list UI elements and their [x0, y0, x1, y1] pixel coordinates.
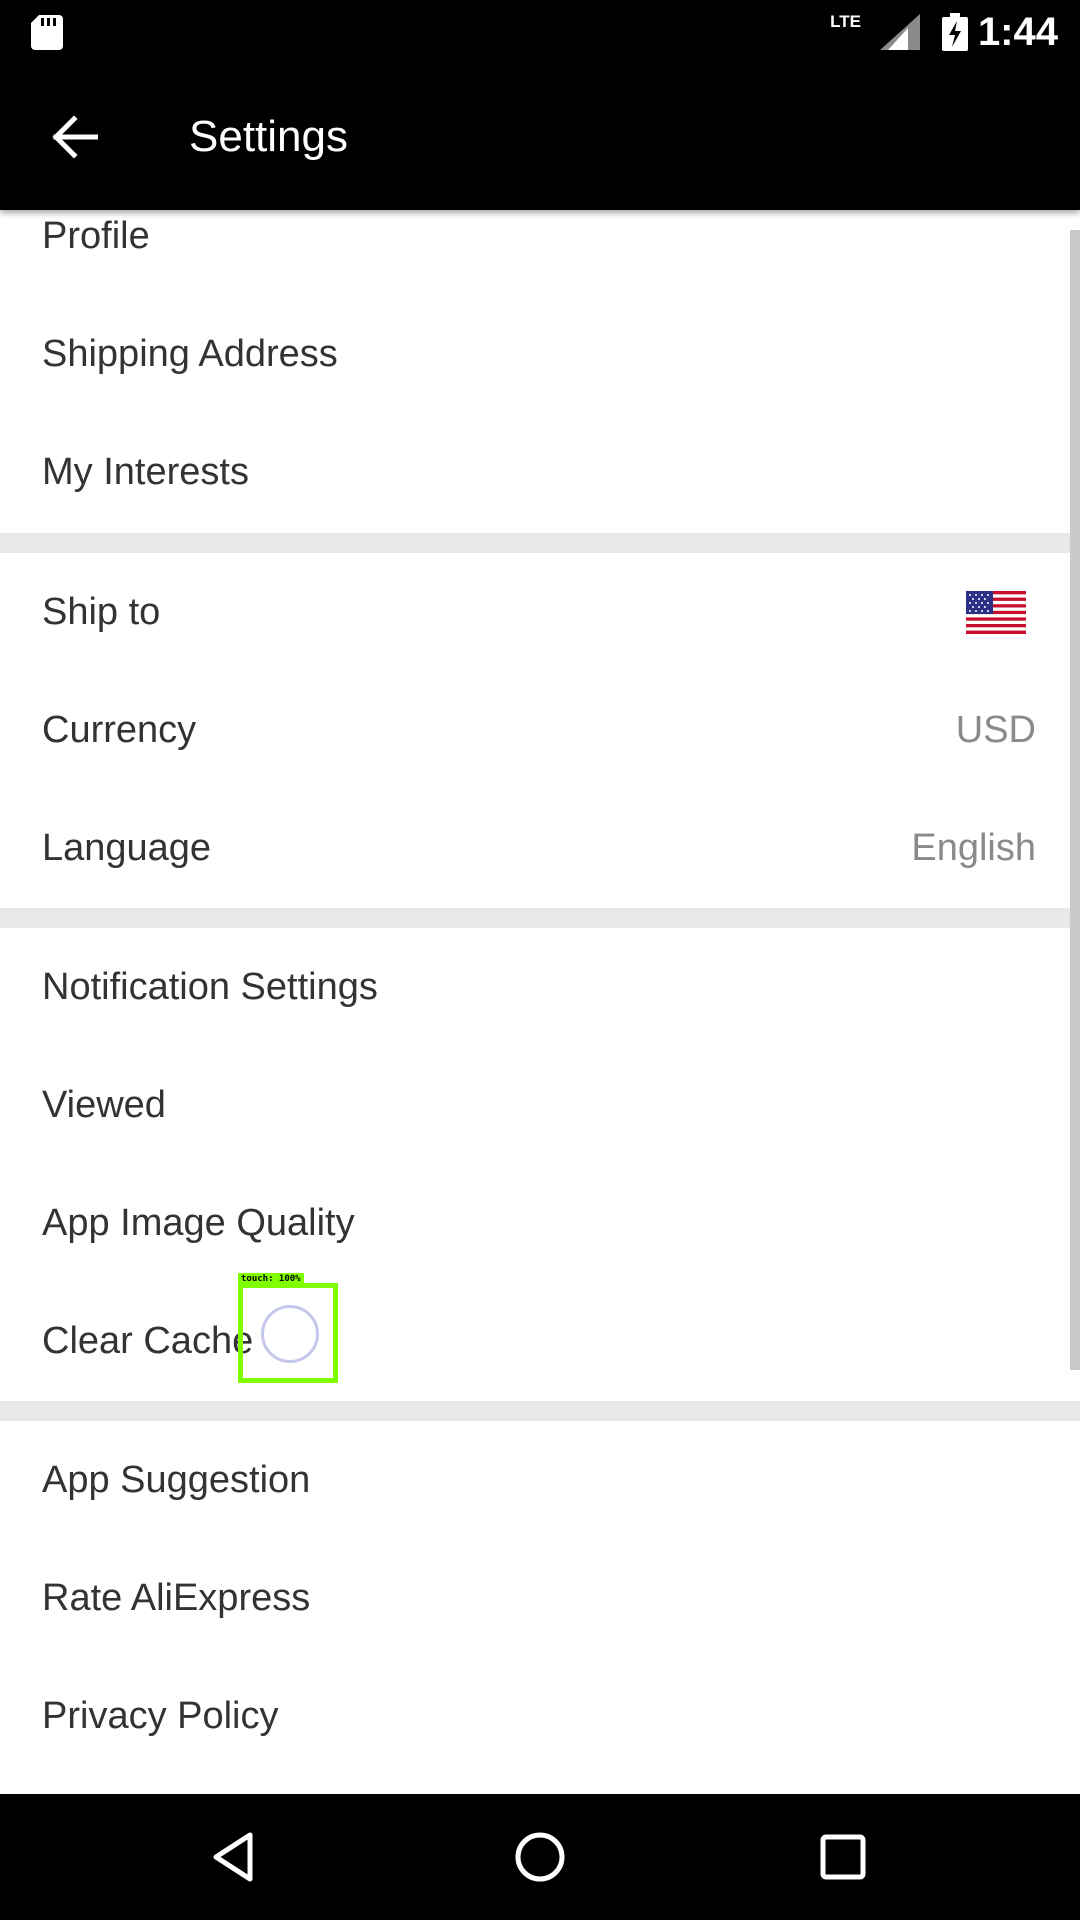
settings-item-viewed[interactable]: Viewed — [0, 1046, 1080, 1164]
settings-item-label: Shipping Address — [42, 332, 338, 375]
home-circle-icon[interactable] — [510, 1827, 570, 1887]
battery-charging-icon — [942, 13, 968, 51]
settings-item-notification-settings[interactable]: Notification Settings — [0, 928, 1080, 1046]
settings-item-label: Clear Cache — [42, 1319, 254, 1362]
language-value: English — [911, 826, 1036, 869]
settings-item-app-image-quality[interactable]: App Image Quality — [0, 1164, 1080, 1282]
settings-item-app-suggestion[interactable]: App Suggestion — [0, 1421, 1080, 1539]
section-divider — [0, 533, 1080, 553]
status-clock: 1:44 — [977, 10, 1058, 54]
settings-list[interactable]: Profile Shipping Address My Interests Sh… — [0, 210, 1080, 1794]
settings-item-label: Language — [42, 826, 212, 869]
network-type: LTE — [830, 12, 861, 31]
signal-icon — [880, 14, 920, 50]
settings-item-rate-aliexpress[interactable]: Rate AliExpress — [0, 1539, 1080, 1657]
settings-item-label: Ship to — [42, 590, 161, 633]
settings-item-shipping-address[interactable]: Shipping Address — [0, 295, 1080, 413]
settings-item-label: My Interests — [42, 450, 249, 493]
settings-item-profile[interactable]: Profile — [0, 210, 1080, 295]
settings-item-label: App Image Quality — [42, 1201, 355, 1244]
settings-item-label: App Suggestion — [42, 1458, 311, 1501]
back-triangle-icon[interactable] — [206, 1827, 266, 1887]
arrow-left-icon — [52, 115, 98, 159]
recents-square-icon[interactable] — [813, 1827, 873, 1887]
settings-item-label: Currency — [42, 708, 197, 751]
scrollbar[interactable] — [1070, 230, 1080, 1370]
settings-item-currency[interactable]: Currency USD — [0, 671, 1080, 789]
status-bar: LTE 1:44 — [0, 0, 1080, 63]
sd-card-icon — [31, 15, 63, 50]
settings-item-label: Viewed — [42, 1083, 166, 1126]
back-button[interactable] — [36, 103, 112, 171]
system-nav-bar — [0, 1794, 1080, 1920]
currency-value: USD — [955, 708, 1036, 751]
settings-item-label: Profile — [42, 214, 150, 257]
settings-item-label: Rate AliExpress — [42, 1576, 311, 1619]
section-divider — [0, 1401, 1080, 1421]
settings-item-my-interests[interactable]: My Interests — [0, 413, 1080, 531]
settings-item-ship-to[interactable]: Ship to — [0, 553, 1080, 671]
settings-item-language[interactable]: Language English — [0, 789, 1080, 907]
page-title: Settings — [189, 112, 348, 161]
settings-item-clear-cache[interactable]: Clear Cache — [0, 1282, 1080, 1400]
settings-item-label: Privacy Policy — [42, 1694, 279, 1737]
settings-item-privacy-policy[interactable]: Privacy Policy — [0, 1657, 1080, 1775]
us-flag-icon — [966, 590, 1026, 634]
touch-point — [261, 1305, 319, 1363]
settings-item-label: Notification Settings — [42, 965, 378, 1008]
section-divider — [0, 908, 1080, 928]
app-toolbar: Settings — [0, 63, 1080, 210]
